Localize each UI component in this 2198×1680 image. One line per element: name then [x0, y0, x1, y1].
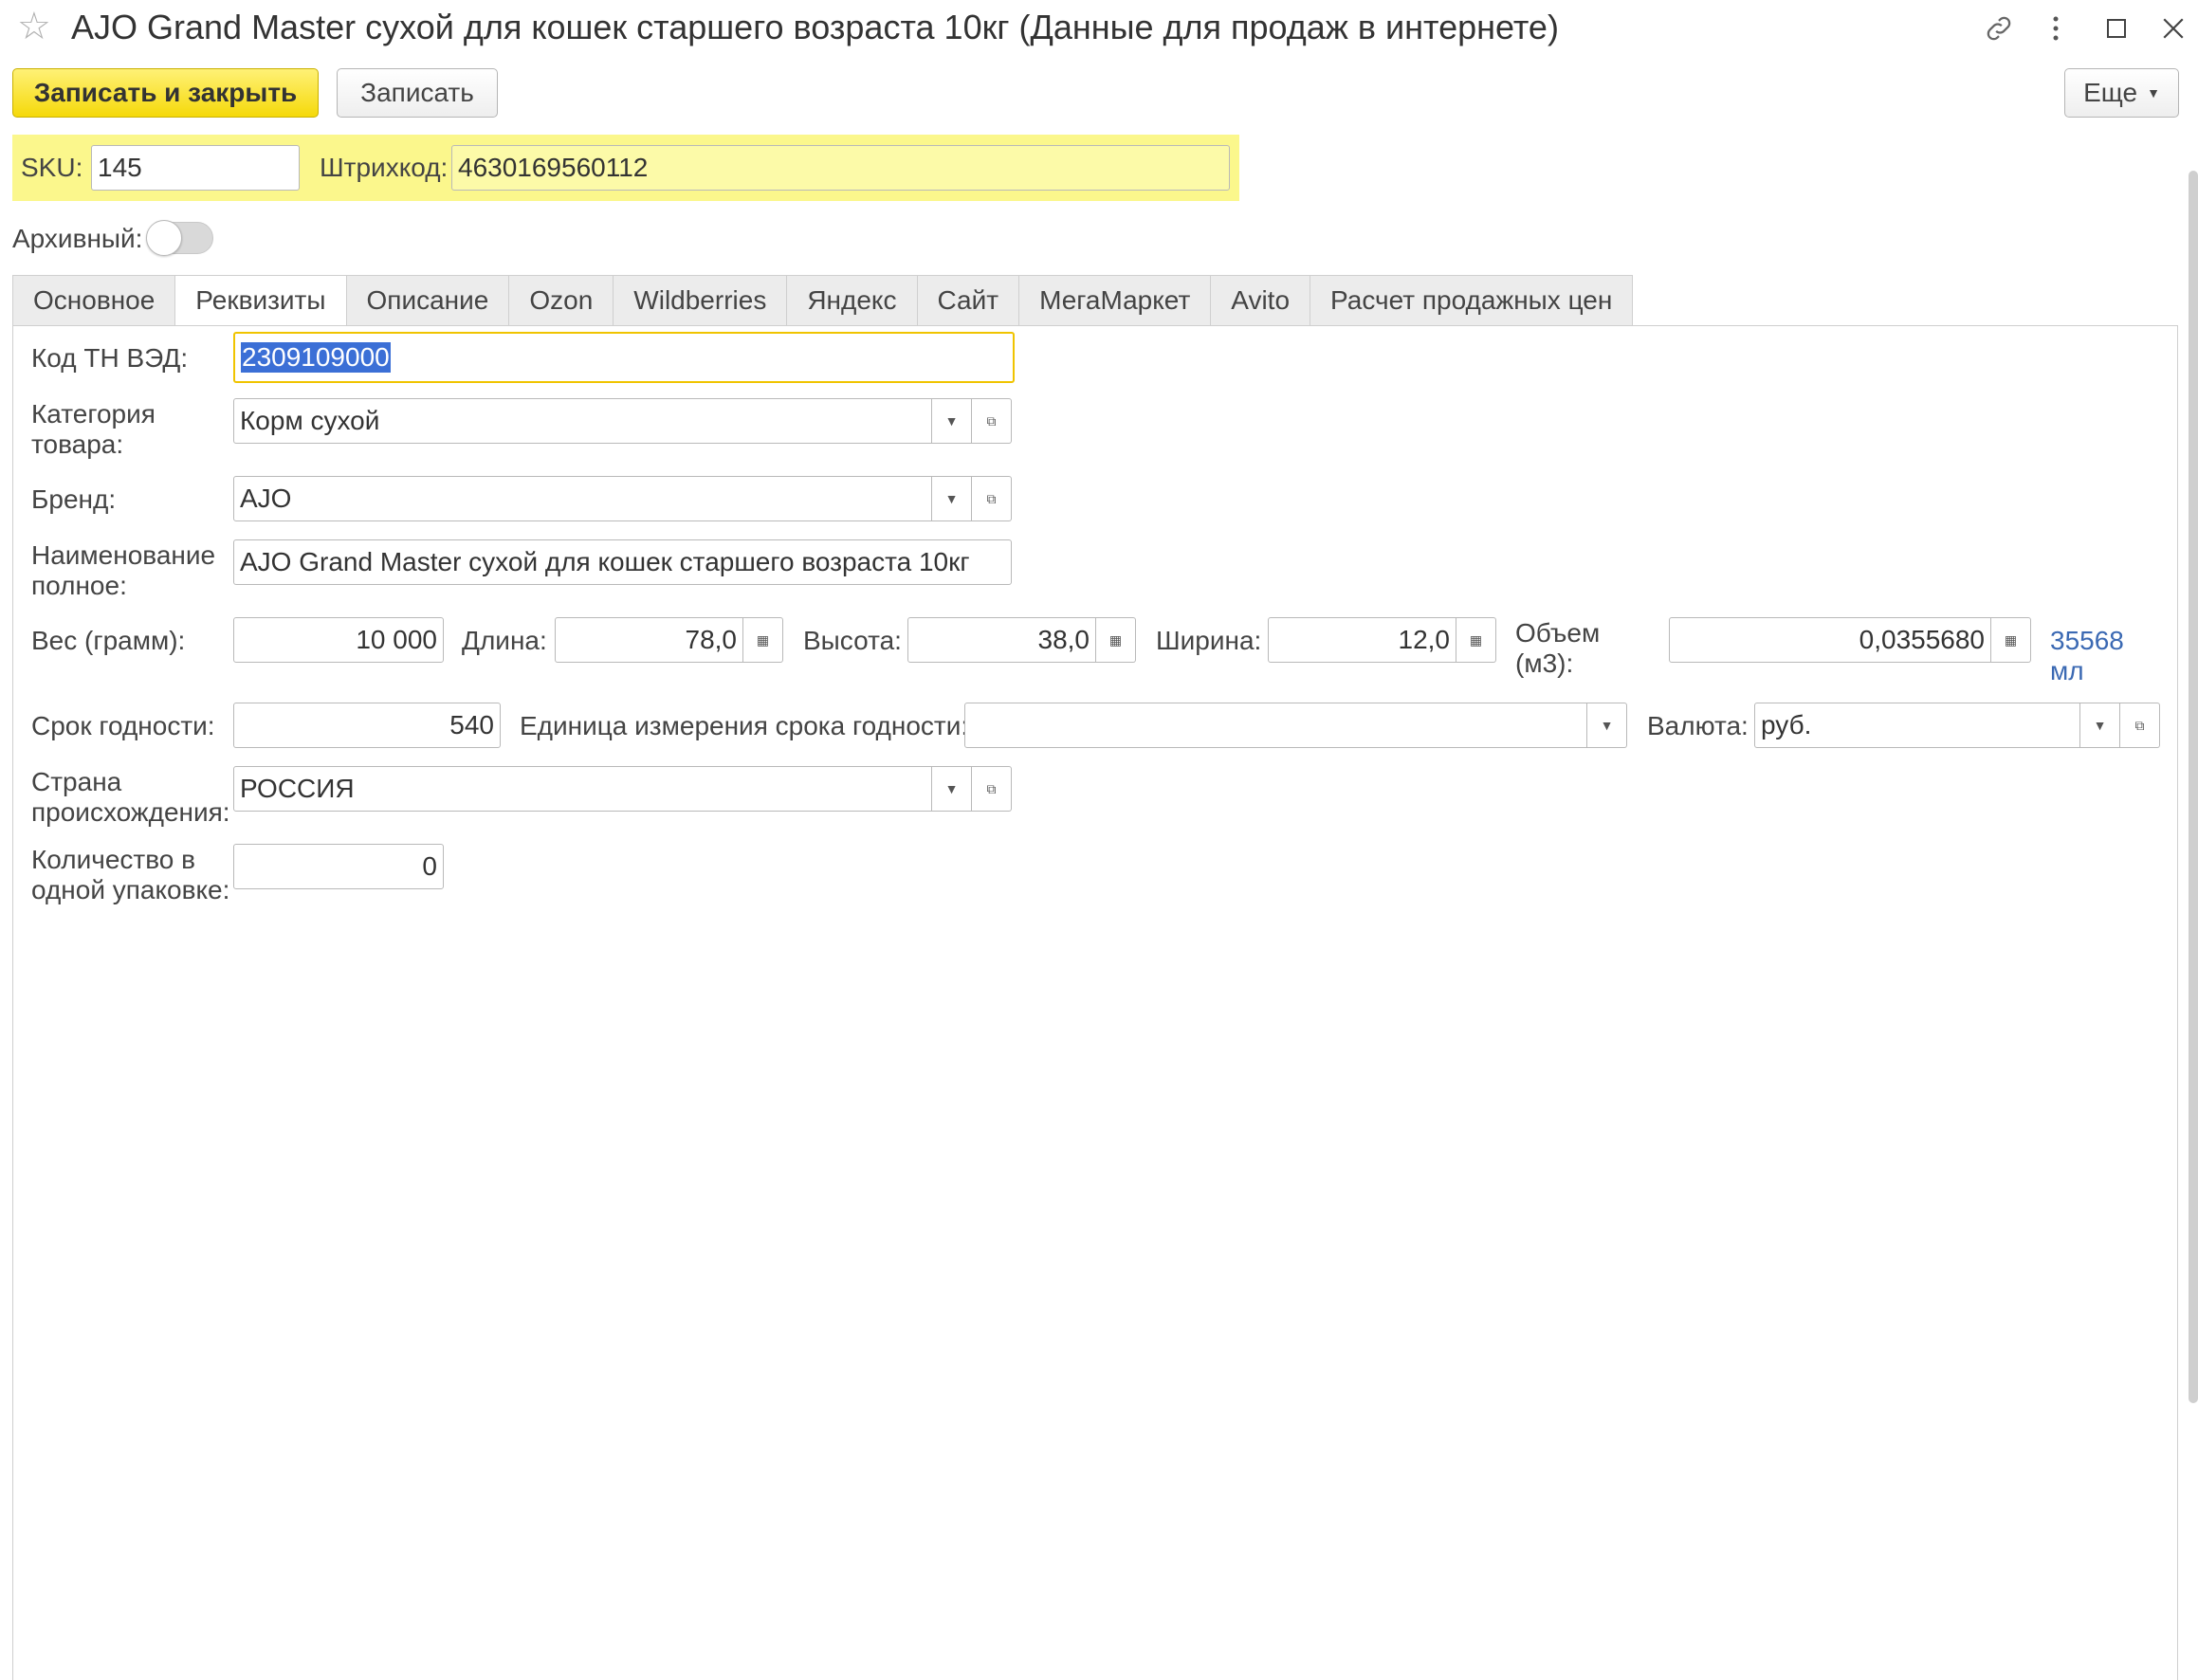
close-icon[interactable]	[2152, 8, 2194, 49]
brand-open-form-icon[interactable]: ⧉	[972, 476, 1012, 521]
weight-label: Вес (грамм):	[31, 626, 186, 655]
shelf-life-input[interactable]: 540	[233, 703, 501, 748]
barcode-input[interactable]: 4630169560112	[451, 145, 1230, 191]
favorite-star-icon[interactable]: ☆	[17, 6, 51, 47]
brand-field: AJO ▼ ⧉	[233, 476, 1012, 521]
vertical-scrollbar[interactable]	[2189, 171, 2198, 1403]
pack-qty-label-line1: Количество в	[31, 845, 196, 874]
volume-calculator-icon[interactable]: ▦	[1991, 617, 2031, 663]
tab-4[interactable]: Wildberries	[614, 275, 788, 326]
volume-field: 0,0355680 ▦	[1669, 617, 2031, 663]
full-name-label-line2: полное:	[31, 571, 127, 600]
country-dropdown-chevron-down-icon[interactable]: ▼	[932, 766, 972, 812]
shelf-unit-label: Единица измерения срока годности:	[520, 711, 969, 740]
country-input[interactable]: РОССИЯ	[233, 766, 932, 812]
length-field: 78,0 ▦	[555, 617, 783, 663]
chevron-down-icon: ▼	[2147, 85, 2160, 100]
volume-ml-value[interactable]: 35568	[2050, 625, 2124, 657]
tab-0[interactable]: Основное	[12, 275, 176, 326]
weight-input[interactable]: 10 000	[233, 617, 444, 663]
volume-label-line1: Объем	[1515, 618, 1601, 648]
category-open-form-icon[interactable]: ⧉	[972, 398, 1012, 444]
category-label-line2: товара:	[31, 429, 124, 459]
sku-label: SKU:	[21, 153, 83, 182]
length-label: Длина:	[462, 626, 547, 655]
tnved-value: 2309109000	[241, 342, 391, 373]
more-button-label: Еще	[2083, 78, 2138, 107]
currency-input[interactable]: руб.	[1754, 703, 2080, 748]
tab-7[interactable]: МегаМаркет	[1019, 275, 1212, 326]
tab-panel-requisites	[12, 325, 2178, 1680]
pack-qty-input[interactable]: 0	[233, 844, 444, 889]
currency-open-form-icon[interactable]: ⧉	[2120, 703, 2160, 748]
brand-dropdown-chevron-down-icon[interactable]: ▼	[932, 476, 972, 521]
volume-ml-unit: мл	[2050, 656, 2084, 685]
more-button[interactable]: Еще ▼	[2064, 68, 2179, 118]
height-field: 38,0 ▦	[907, 617, 1136, 663]
tab-8[interactable]: Avito	[1211, 275, 1311, 326]
full-name-label-line1: Наименование	[31, 540, 216, 570]
volume-input[interactable]: 0,0355680	[1669, 617, 1991, 663]
width-calculator-icon[interactable]: ▦	[1456, 617, 1496, 663]
link-icon[interactable]	[1978, 8, 2020, 49]
length-calculator-icon[interactable]: ▦	[743, 617, 783, 663]
tab-9[interactable]: Расчет продажных цен	[1310, 275, 1634, 326]
width-input[interactable]: 12,0	[1268, 617, 1456, 663]
height-label: Высота:	[803, 626, 902, 655]
category-label-line1: Категория	[31, 399, 156, 429]
length-input[interactable]: 78,0	[555, 617, 743, 663]
tab-bar: Основное Реквизиты Описание Ozon Wildberries…	[12, 275, 1634, 326]
country-label-line1: Страна	[31, 767, 122, 796]
currency-label: Валюта:	[1647, 711, 1749, 740]
country-open-form-icon[interactable]: ⧉	[972, 766, 1012, 812]
currency-field: руб. ▼ ⧉	[1754, 703, 2160, 748]
tnved-input[interactable]: 2309109000	[233, 332, 1015, 383]
tab-1[interactable]: Реквизиты	[175, 275, 347, 326]
width-label: Ширина:	[1156, 626, 1262, 655]
country-field: РОССИЯ ▼ ⧉	[233, 766, 1012, 812]
tnved-label: Код ТН ВЭД:	[31, 343, 189, 373]
country-label-line2: происхождения:	[31, 797, 230, 827]
pack-qty-label-line2: одной упаковке:	[31, 875, 230, 904]
save-and-close-button[interactable]: Записать и закрыть	[12, 68, 319, 118]
archived-toggle[interactable]	[146, 220, 213, 256]
archived-label: Архивный:	[12, 224, 143, 253]
height-input[interactable]: 38,0	[907, 617, 1096, 663]
barcode-label: Штрихкод:	[320, 153, 449, 182]
brand-label: Бренд:	[31, 484, 117, 514]
tab-6[interactable]: Сайт	[917, 275, 1020, 326]
volume-label-line2: (м3):	[1515, 648, 1574, 678]
brand-input[interactable]: AJO	[233, 476, 932, 521]
currency-dropdown-chevron-down-icon[interactable]: ▼	[2080, 703, 2120, 748]
width-field: 12,0 ▦	[1268, 617, 1496, 663]
toggle-knob	[146, 220, 182, 256]
tab-5[interactable]: Яндекс	[787, 275, 918, 326]
sku-input[interactable]: 145	[91, 145, 300, 191]
save-button[interactable]: Записать	[337, 68, 498, 118]
tab-3[interactable]: Ozon	[509, 275, 614, 326]
shelf-unit-dropdown-chevron-down-icon[interactable]: ▼	[1587, 703, 1627, 748]
category-dropdown-chevron-down-icon[interactable]: ▼	[932, 398, 972, 444]
tab-2[interactable]: Описание	[346, 275, 510, 326]
height-calculator-icon[interactable]: ▦	[1096, 617, 1136, 663]
shelf-unit-field: ▼	[964, 703, 1627, 748]
full-name-input[interactable]: AJO Grand Master сухой для кошек старшег…	[233, 539, 1012, 585]
shelf-life-label: Срок годности:	[31, 711, 215, 740]
category-field: Корм сухой ▼ ⧉	[233, 398, 1012, 444]
more-vertical-icon[interactable]	[2035, 8, 2077, 49]
window-title: AJO Grand Master сухой для кошек старшег…	[71, 8, 1559, 46]
category-input[interactable]: Корм сухой	[233, 398, 932, 444]
shelf-unit-input[interactable]	[964, 703, 1587, 748]
maximize-icon[interactable]	[2096, 8, 2137, 49]
